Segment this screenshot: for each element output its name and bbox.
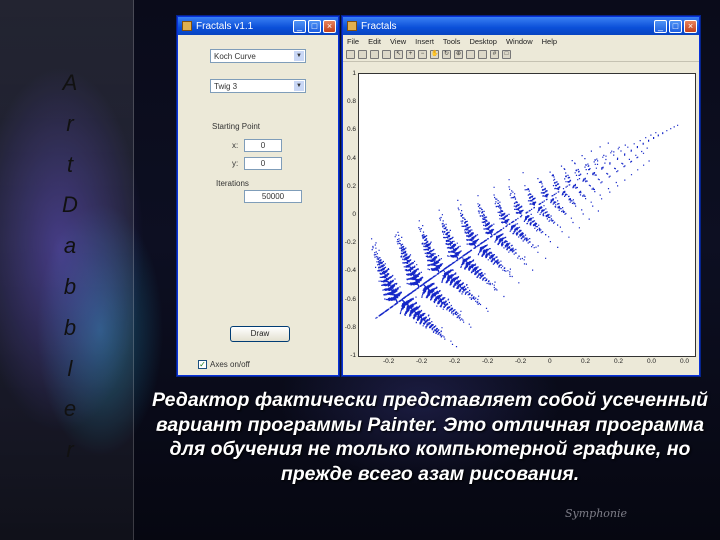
menu-edit[interactable]: Edit bbox=[368, 37, 381, 46]
x-tick-label: -0.2 bbox=[383, 358, 395, 365]
maximize-button[interactable]: □ bbox=[669, 19, 682, 33]
zoom-in-icon[interactable]: + bbox=[406, 49, 415, 59]
x-tick-label: -0.2 bbox=[449, 358, 461, 365]
starting-point-label: Starting Point bbox=[212, 122, 261, 131]
y-tick-label: 1 bbox=[352, 70, 356, 77]
menu-view[interactable]: View bbox=[390, 37, 406, 46]
title-letter: b bbox=[63, 273, 77, 299]
x-tick-label: 0.0 bbox=[680, 358, 690, 365]
plot-area bbox=[358, 73, 696, 357]
title-bar[interactable]: Fractals v1.1 _ □ × bbox=[178, 17, 338, 35]
y-input[interactable]: 0 bbox=[244, 157, 282, 170]
title-letter: A bbox=[62, 70, 78, 95]
zoom-out-icon[interactable]: − bbox=[418, 49, 427, 59]
rotate-icon[interactable]: ↻ bbox=[442, 49, 451, 59]
fractal-fern bbox=[371, 124, 679, 348]
window-title: Fractals bbox=[361, 20, 397, 32]
variant-dropdown[interactable]: Twig 3 ▼ bbox=[210, 79, 306, 93]
y-tick-label: -0.6 bbox=[344, 295, 356, 303]
minimize-button[interactable]: _ bbox=[293, 19, 306, 33]
fractal-type-value: Koch Curve bbox=[214, 52, 256, 61]
x-tick-label: -0.2 bbox=[482, 358, 494, 365]
title-letter: t bbox=[66, 151, 74, 177]
fractal-type-dropdown[interactable]: Koch Curve ▼ bbox=[210, 49, 306, 63]
fractal-points bbox=[371, 124, 679, 348]
y-tick-label: 0.4 bbox=[346, 154, 356, 162]
maximize-button[interactable]: □ bbox=[308, 19, 321, 33]
vertical-title: A r t D a b b l e r bbox=[40, 70, 100, 478]
draw-button[interactable]: Draw bbox=[230, 326, 290, 342]
app-icon bbox=[347, 21, 357, 31]
y-tick-label: 0.2 bbox=[346, 182, 356, 190]
menu-bar: File Edit View Insert Tools Desktop Wind… bbox=[343, 35, 699, 47]
x-tick-label: 0.0 bbox=[647, 358, 657, 365]
iterations-input[interactable]: 50000 bbox=[244, 190, 302, 203]
app-icon bbox=[182, 21, 192, 31]
x-tick-label: 0.2 bbox=[581, 358, 591, 365]
variant-value: Twig 3 bbox=[214, 82, 238, 91]
y-tick-label: 0.6 bbox=[346, 126, 356, 134]
close-button[interactable]: × bbox=[684, 19, 697, 33]
y-tick-label: -0.8 bbox=[344, 323, 356, 331]
close-button[interactable]: × bbox=[323, 19, 336, 33]
pan-icon[interactable]: ✋ bbox=[430, 49, 439, 59]
menu-desktop[interactable]: Desktop bbox=[469, 37, 497, 46]
title-letter: D bbox=[62, 192, 78, 218]
title-letter: r bbox=[66, 110, 74, 136]
data-cursor-icon[interactable]: ⊕ bbox=[454, 49, 463, 59]
x-tick-label: 0 bbox=[548, 358, 552, 365]
save-icon[interactable] bbox=[370, 49, 379, 59]
dock-icon[interactable]: □ bbox=[502, 49, 511, 59]
axes-checkbox[interactable]: ✓ bbox=[198, 360, 207, 369]
title-letter: a bbox=[63, 233, 77, 259]
grid-icon[interactable]: # bbox=[490, 49, 499, 59]
y-label: y: bbox=[232, 159, 239, 168]
title-bar[interactable]: Fractals _ □ × bbox=[343, 17, 699, 35]
fractals-figure-window: Fractals _ □ × File Edit View Insert Too… bbox=[342, 16, 700, 376]
window-title: Fractals v1.1 bbox=[196, 20, 254, 32]
y-tick-label: 0.8 bbox=[346, 98, 356, 106]
x-tick-label: 0.2 bbox=[614, 358, 624, 365]
minimize-button[interactable]: _ bbox=[654, 19, 667, 33]
new-file-icon[interactable] bbox=[346, 49, 355, 59]
legend-icon[interactable] bbox=[478, 49, 487, 59]
menu-window[interactable]: Window bbox=[506, 37, 533, 46]
menu-insert[interactable]: Insert bbox=[415, 37, 434, 46]
menu-tools[interactable]: Tools bbox=[443, 37, 461, 46]
open-folder-icon[interactable] bbox=[358, 49, 367, 59]
x-input[interactable]: 0 bbox=[244, 139, 282, 152]
y-tick-label: -1 bbox=[350, 352, 356, 359]
x-label: x: bbox=[232, 141, 239, 150]
y-tick-label: -0.4 bbox=[344, 267, 356, 275]
iterations-label: Iterations bbox=[216, 179, 249, 188]
chevron-down-icon: ▼ bbox=[294, 81, 304, 91]
pointer-icon[interactable]: ↖ bbox=[394, 49, 403, 59]
title-letter: l bbox=[67, 355, 73, 381]
caption: Редактор фактически представляет собой у… bbox=[151, 389, 709, 485]
title-letter: r bbox=[66, 437, 74, 463]
colorbar-icon[interactable] bbox=[466, 49, 475, 59]
menu-help[interactable]: Help bbox=[542, 37, 557, 46]
x-tick-label: -0.2 bbox=[515, 358, 527, 365]
print-icon[interactable] bbox=[382, 49, 391, 59]
y-tick-label: -0.2 bbox=[344, 239, 356, 247]
menu-file[interactable]: File bbox=[347, 37, 359, 46]
x-tick-label: -0.2 bbox=[416, 358, 428, 365]
y-tick-label: 0 bbox=[352, 211, 356, 218]
toolbar: ↖ + − ✋ ↻ ⊕ # □ bbox=[343, 47, 699, 62]
fractals-control-window: Fractals v1.1 _ □ × Koch Curve ▼ Twig 3 … bbox=[177, 16, 339, 376]
chevron-down-icon: ▼ bbox=[294, 51, 304, 61]
title-letter: b bbox=[63, 314, 77, 340]
title-letter: e bbox=[63, 396, 77, 422]
axes-checkbox-label: Axes on/off bbox=[210, 360, 250, 369]
signature-logo: Symphonie bbox=[565, 507, 628, 520]
